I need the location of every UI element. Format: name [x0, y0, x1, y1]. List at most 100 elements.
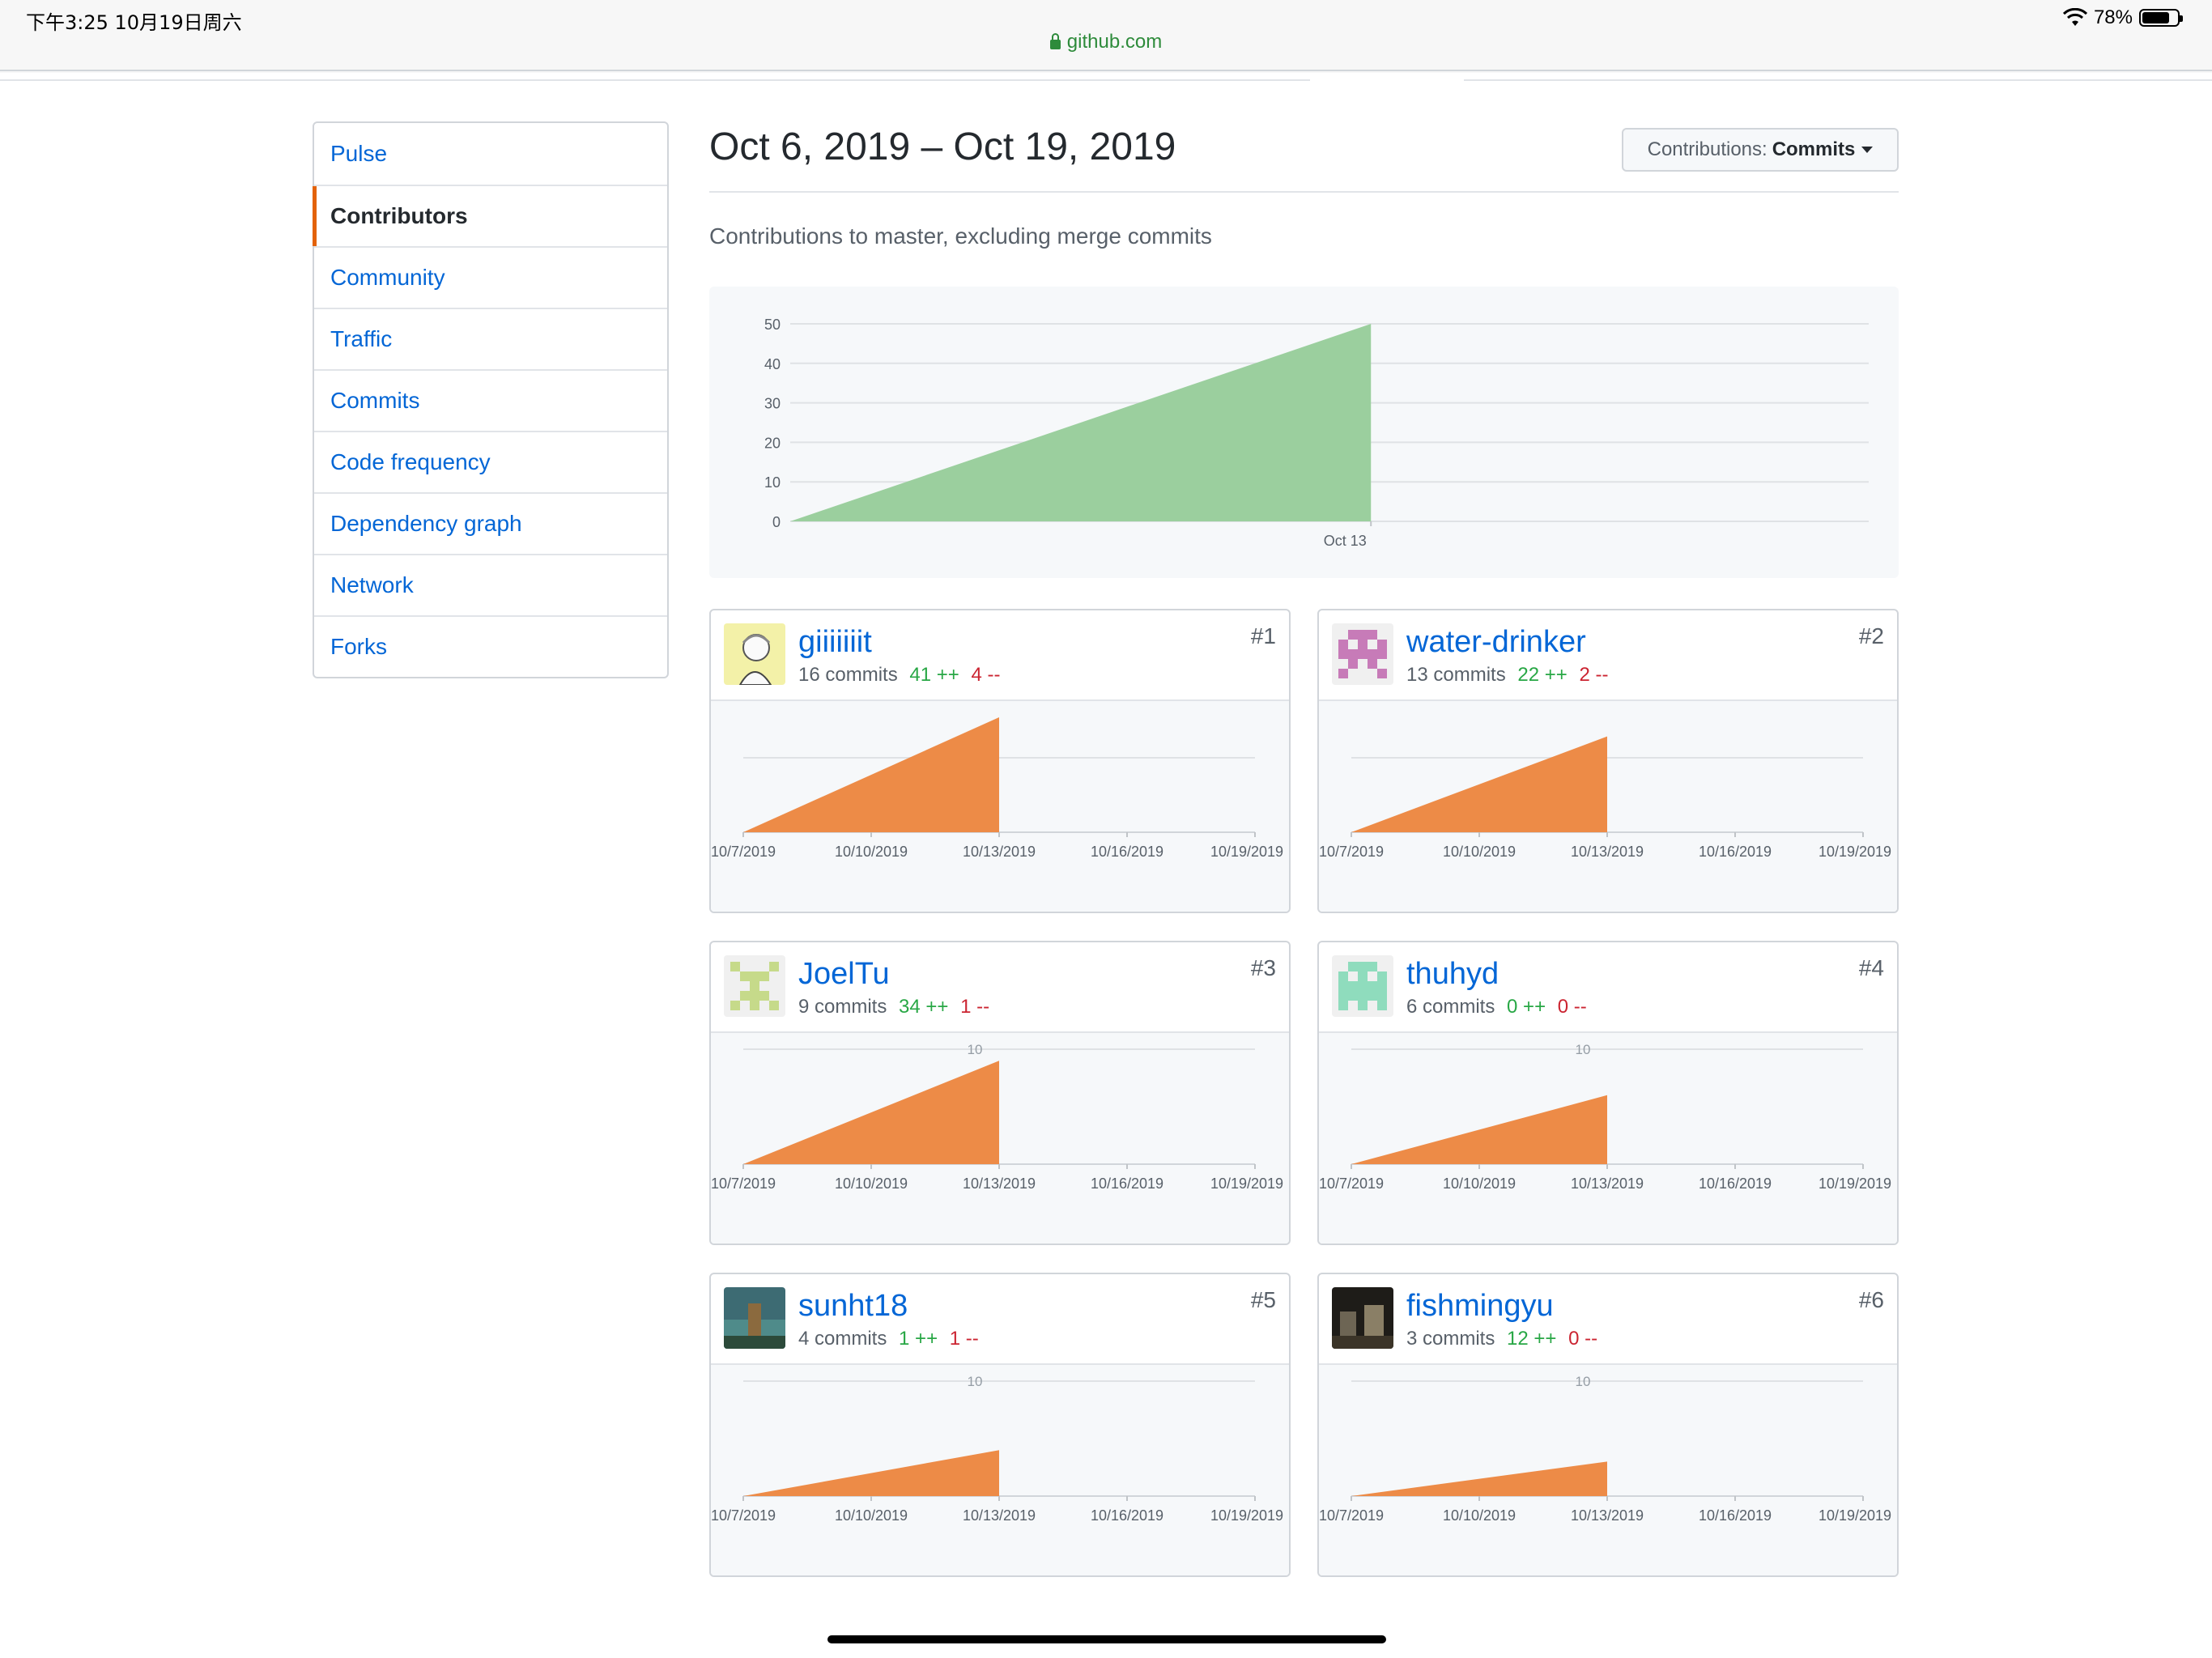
avatar[interactable] [724, 623, 785, 685]
identicon-cell [1348, 659, 1358, 669]
contributor-chart[interactable]: 10 10/7/2019 10/10/2019 10/13/2019 10/16/201… [711, 1033, 1289, 1244]
identicon-cell [1368, 981, 1377, 991]
identicon-cell [1348, 630, 1358, 640]
identicon-cell [1377, 991, 1387, 1001]
avatar[interactable] [724, 1287, 785, 1349]
contributions-type-dropdown[interactable]: Contributions: Commits [1622, 128, 1899, 172]
sidebar-item-label: Code frequency [330, 449, 491, 474]
commit-count-link[interactable]: 9 commits [798, 996, 887, 1018]
insights-sidebar: Pulse Contributors Community Traffic Com… [313, 121, 669, 678]
photo-pillar [748, 1303, 761, 1336]
identicon-cell [1348, 649, 1358, 659]
x-tick-label: 10/7/2019 [1319, 844, 1384, 860]
contributor-card: giiiiiiit 16 commits 41 ++ 4 -- #1 10/7/… [709, 609, 1291, 913]
x-tick-label: 10/16/2019 [1699, 1175, 1772, 1192]
avatar[interactable] [724, 955, 785, 1017]
caret-down-icon [1861, 147, 1874, 153]
contributions-overview-chart[interactable]: 0 10 20 30 40 50 Oct 13 [709, 287, 1899, 578]
identicon-cell [1338, 640, 1348, 649]
avatar-image [724, 1287, 785, 1349]
contributor-username-link[interactable]: sunht18 [798, 1289, 908, 1324]
contributor-username-link[interactable]: giiiiiiit [798, 625, 872, 660]
contributor-card: sunht18 4 commits 1 ++ 1 -- #5 10 10/7/20… [709, 1273, 1291, 1577]
y-tick-label: 30 [764, 396, 781, 412]
contributor-username-link[interactable]: fishmingyu [1406, 1289, 1554, 1324]
sidebar-item-code-frequency[interactable]: Code frequency [314, 431, 667, 492]
contributor-rank: #2 [1858, 623, 1884, 648]
x-tick-label: 10/13/2019 [1571, 1175, 1644, 1192]
avatar-image [1332, 955, 1393, 1017]
y-tick-label: 10 [968, 1042, 983, 1057]
contributor-chart[interactable]: 10 10/7/2019 10/10/2019 10/13/2019 10/16/201… [1319, 1365, 1897, 1575]
lock-icon [1049, 33, 1061, 49]
commit-count-link[interactable]: 3 commits [1406, 1328, 1495, 1350]
identicon-cell [1338, 981, 1348, 991]
y-tick-label: 10 [1576, 1374, 1591, 1389]
address-bar[interactable]: github.com [0, 31, 2212, 53]
x-tick-label: 10/7/2019 [711, 844, 776, 860]
wifi-icon [2062, 8, 2087, 26]
identicon-cell [750, 971, 759, 981]
contributor-card: fishmingyu 3 commits 12 ++ 0 -- #6 10 10/… [1317, 1273, 1899, 1577]
x-tick-label: 10/13/2019 [1571, 1507, 1644, 1524]
sidebar-item-commits[interactable]: Commits [314, 369, 667, 431]
url-text: github.com [1066, 31, 1163, 53]
status-indicators: 78% [2062, 6, 2183, 29]
photo-shore [724, 1336, 785, 1349]
x-tick-label: 10/10/2019 [1443, 1507, 1516, 1524]
identicon-cell [1377, 971, 1387, 981]
x-tick-label: 10/10/2019 [835, 1507, 908, 1524]
x-tick-label: 10/16/2019 [1091, 1175, 1163, 1192]
contributor-username-link[interactable]: thuhyd [1406, 957, 1499, 992]
sidebar-item-contributors[interactable]: Contributors [313, 185, 667, 246]
sidebar-item-traffic[interactable]: Traffic [314, 308, 667, 369]
contributor-stats: 9 commits 34 ++ 1 -- [798, 996, 989, 1018]
avatar[interactable] [1332, 955, 1393, 1017]
commit-count-link[interactable]: 16 commits [798, 664, 898, 686]
y-tick-label: 10 [764, 474, 781, 491]
home-indicator[interactable] [827, 1635, 1386, 1643]
contributor-card: water-drinker 13 commits 22 ++ 2 -- #2 1… [1317, 609, 1899, 913]
commits-area [790, 324, 1372, 521]
overview-chart-svg: 0 10 20 30 40 50 Oct 13 [764, 317, 1869, 549]
page-title: Oct 6, 2019 – Oct 19, 2019 [709, 125, 1176, 168]
contributor-chart-svg: 10 10/7/2019 10/10/2019 10/13/2019 10/16/201… [711, 1374, 1283, 1524]
contributor-rank: #5 [1250, 1287, 1276, 1312]
contributor-card-header: JoelTu 9 commits 34 ++ 1 -- #3 [711, 942, 1289, 1033]
sidebar-item-label: Commits [330, 388, 420, 413]
identicon-cell [1348, 991, 1358, 1001]
contributor-chart[interactable]: 10 10/7/2019 10/10/2019 10/13/2019 10/16/201… [711, 1365, 1289, 1575]
identicon-cell [1377, 669, 1387, 678]
identicon-cell [1368, 659, 1377, 669]
sidebar-item-forks[interactable]: Forks [314, 615, 667, 677]
deletions-count: 1 -- [960, 996, 990, 1018]
identicon-cell [1368, 630, 1377, 640]
identicon-cell [740, 971, 750, 981]
commits-area [743, 1450, 999, 1496]
avatar[interactable] [1332, 1287, 1393, 1349]
sidebar-item-dependency-graph[interactable]: Dependency graph [314, 492, 667, 554]
contributor-username-link[interactable]: JoelTu [798, 957, 890, 992]
x-tick-label: 10/19/2019 [1210, 1175, 1283, 1192]
contributor-chart[interactable]: 10/7/2019 10/10/2019 10/13/2019 10/16/2019 1… [711, 701, 1289, 912]
sidebar-item-label: Traffic [330, 326, 393, 351]
contributor-chart[interactable]: 10/7/2019 10/10/2019 10/13/2019 10/16/2019 1… [1319, 701, 1897, 912]
y-tick-label: 50 [764, 317, 781, 333]
commit-count-link[interactable]: 13 commits [1406, 664, 1506, 686]
commit-count-link[interactable]: 6 commits [1406, 996, 1495, 1018]
x-tick-label: 10/10/2019 [835, 844, 908, 860]
sidebar-item-community[interactable]: Community [314, 246, 667, 308]
x-tick-label: 10/7/2019 [711, 1507, 776, 1524]
contributor-card-header: fishmingyu 3 commits 12 ++ 0 -- #6 [1319, 1274, 1897, 1365]
contributor-chart[interactable]: 10 10/7/2019 10/10/2019 10/13/2019 10/16/201… [1319, 1033, 1897, 1244]
commit-count-link[interactable]: 4 commits [798, 1328, 887, 1350]
sidebar-item-pulse[interactable]: Pulse [314, 123, 667, 185]
sidebar-item-network[interactable]: Network [314, 554, 667, 615]
y-tick-label: 20 [764, 435, 781, 451]
avatar[interactable] [1332, 623, 1393, 685]
identicon-cell [1338, 971, 1348, 981]
contributor-username-link[interactable]: water-drinker [1406, 625, 1586, 660]
contributor-chart-svg: 10 10/7/2019 10/10/2019 10/13/2019 10/16/201… [711, 1042, 1283, 1192]
contributor-chart-svg: 10/7/2019 10/10/2019 10/13/2019 10/16/2019 1… [1319, 736, 1891, 860]
identicon-cell [1377, 981, 1387, 991]
